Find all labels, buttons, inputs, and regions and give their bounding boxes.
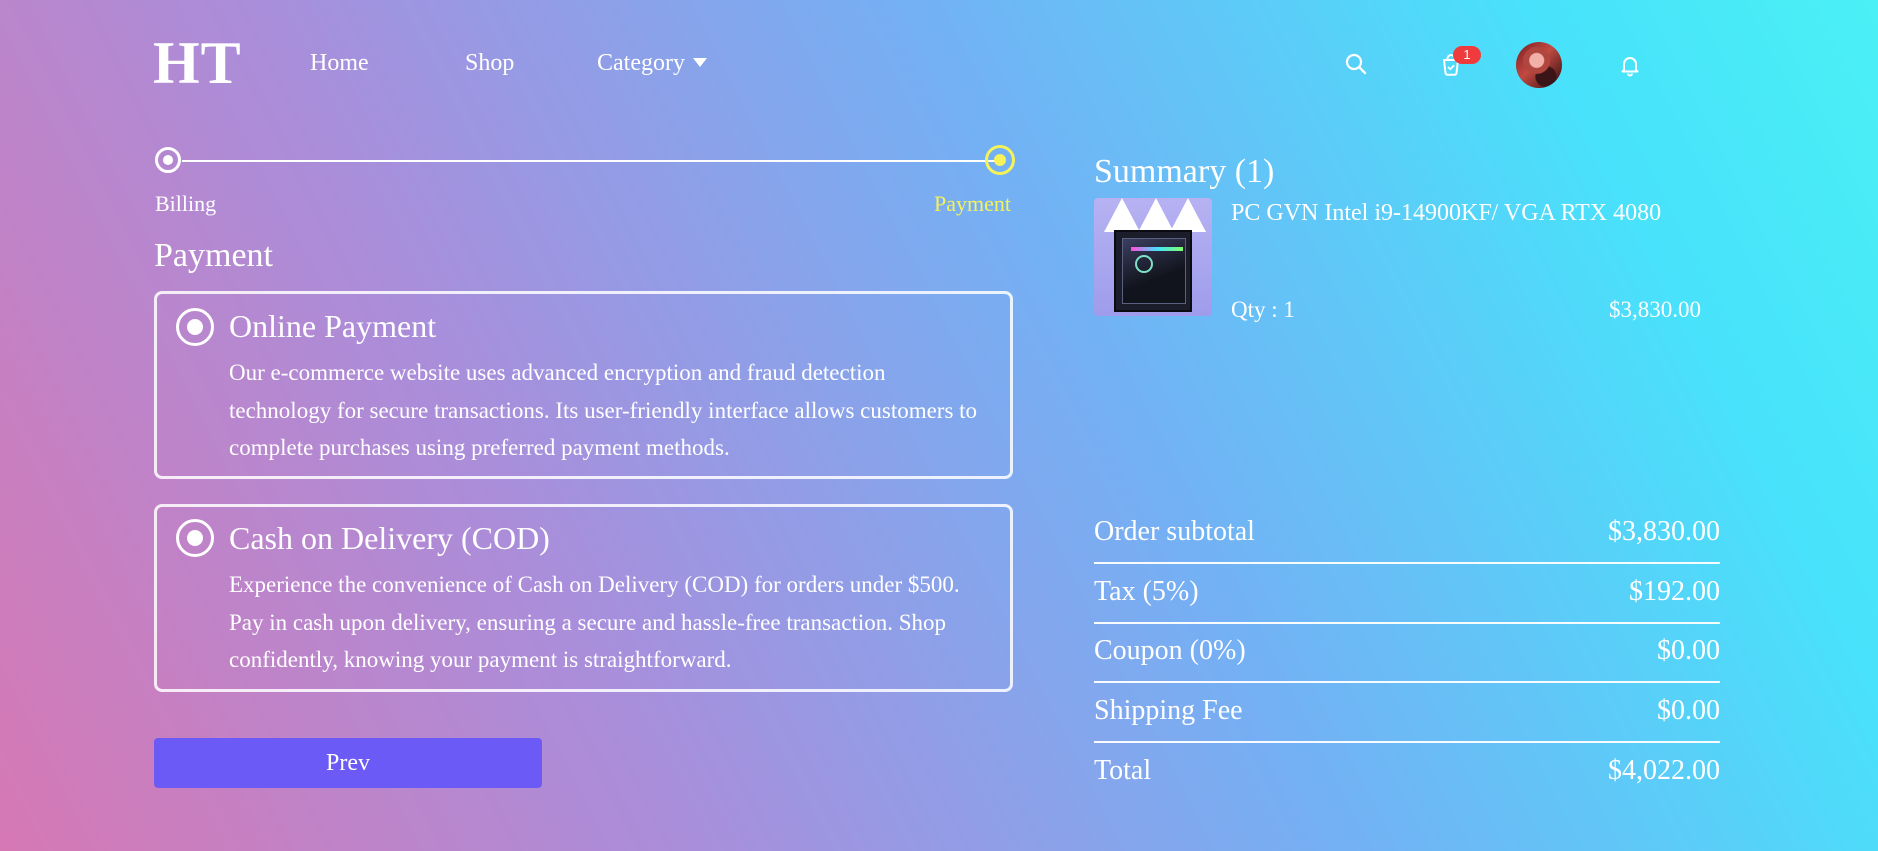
product-bg-mountain: [1170, 198, 1206, 232]
shipping-fee-row: Shipping Fee $0.00: [1094, 681, 1720, 743]
cod-title: Cash on Delivery (COD): [229, 520, 550, 556]
pc-case-graphic: [1114, 230, 1192, 312]
step-billing-label: Billing: [155, 191, 217, 216]
stepper-line: [182, 160, 998, 162]
tax-label: Tax (5%): [1094, 576, 1199, 607]
tax-value: $192.00: [1629, 576, 1720, 607]
payment-option-online[interactable]: Online Payment Our e-commerce website us…: [154, 291, 1013, 479]
cod-radio[interactable]: [176, 519, 214, 557]
shipping-fee-value: $0.00: [1657, 695, 1720, 726]
product-name[interactable]: PC GVN Intel i9-14900KF/ VGA RTX 4080: [1231, 198, 1661, 228]
product-price: $3,830.00: [1609, 297, 1701, 322]
payment-title: Payment: [154, 237, 273, 274]
pc-glass-panel: [1122, 238, 1186, 304]
order-subtotal-value: $3,830.00: [1608, 516, 1720, 547]
summary-title: Summary (1): [1094, 153, 1275, 190]
nav-home-link[interactable]: Home: [310, 48, 369, 78]
prev-button[interactable]: Prev: [154, 738, 542, 788]
online-payment-description: Our e-commerce website uses advanced enc…: [229, 360, 978, 460]
total-value: $4,022.00: [1608, 755, 1720, 786]
pc-rgb-strip: [1131, 247, 1183, 251]
coupon-row: Coupon (0%) $0.00: [1094, 621, 1720, 683]
order-subtotal-row: Order subtotal $3,830.00: [1094, 502, 1720, 564]
total-label: Total: [1094, 755, 1152, 786]
online-payment-radio[interactable]: [176, 308, 214, 346]
payment-option-cod[interactable]: Cash on Delivery (COD) Experience the co…: [154, 504, 1013, 692]
search-icon[interactable]: [1342, 50, 1370, 78]
nav-category-dropdown[interactable]: Category: [597, 48, 707, 78]
pc-fan-icon: [1135, 255, 1153, 273]
cart-count-badge: 1: [1453, 46, 1481, 64]
product-image[interactable]: [1094, 198, 1212, 316]
tax-row: Tax (5%) $192.00: [1094, 562, 1720, 624]
bell-icon[interactable]: [1615, 50, 1645, 80]
shipping-fee-label: Shipping Fee: [1094, 695, 1243, 726]
cod-description: Experience the convenience of Cash on De…: [229, 572, 960, 672]
logo[interactable]: HT: [153, 30, 242, 96]
total-row: Total $4,022.00: [1094, 741, 1720, 801]
nav-category-label: Category: [597, 50, 685, 76]
avatar[interactable]: [1516, 42, 1562, 88]
product-qty: Qty : 1: [1231, 297, 1295, 322]
online-payment-title: Online Payment: [229, 308, 437, 344]
coupon-label: Coupon (0%): [1094, 635, 1246, 666]
step-billing-dot[interactable]: [155, 147, 181, 173]
caret-down-icon: [692, 57, 707, 67]
coupon-value: $0.00: [1657, 635, 1720, 666]
order-subtotal-label: Order subtotal: [1094, 516, 1255, 547]
step-payment-label: Payment: [934, 191, 1011, 216]
nav-shop-link[interactable]: Shop: [465, 48, 514, 78]
step-payment-dot[interactable]: [985, 145, 1015, 175]
